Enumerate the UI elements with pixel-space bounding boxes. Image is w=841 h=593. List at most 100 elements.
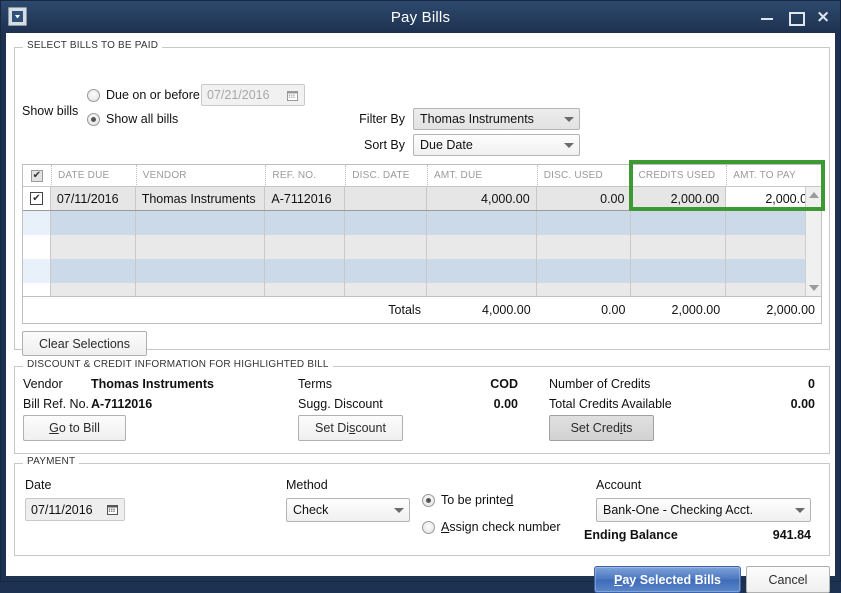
cell-empty <box>345 235 427 259</box>
payment-legend: PAYMENT <box>23 456 80 467</box>
bills-table-body[interactable]: ✔ 07/11/2016 Thomas Instruments A-7112016 4,… <box>23 187 821 307</box>
column-header-vendor[interactable]: VENDOR <box>135 165 266 187</box>
cell-empty <box>427 235 537 259</box>
window-menu-icon[interactable] <box>8 7 27 26</box>
bills-table-header: ✔ DATE DUE VENDOR REF. NO. DISC. DATE AMT. DU… <box>23 165 821 187</box>
cell-empty <box>345 259 427 283</box>
radio-dot-icon <box>87 88 100 102</box>
cell-ref-no[interactable]: A-7112016 <box>265 187 346 210</box>
cell-empty <box>23 259 51 283</box>
column-header-disc-date[interactable]: DISC. DATE <box>345 165 427 187</box>
cell-empty <box>265 211 346 235</box>
cell-empty <box>50 259 136 283</box>
calendar-icon[interactable] <box>286 89 299 102</box>
cell-empty <box>631 235 727 259</box>
set-discount-label: Set Discount <box>315 421 386 435</box>
cancel-button[interactable]: Cancel <box>746 566 830 593</box>
cell-vendor[interactable]: Thomas Instruments <box>135 187 266 210</box>
table-row-empty[interactable] <box>23 235 821 259</box>
method-value: Check <box>293 503 329 517</box>
cell-disc-date[interactable] <box>345 187 427 210</box>
cell-empty <box>23 235 51 259</box>
cell-empty <box>345 211 427 235</box>
column-header-date-due[interactable]: DATE DUE <box>50 165 136 187</box>
column-header-disc-used[interactable]: DISC. USED <box>536 165 632 187</box>
cell-amt-due[interactable]: 4,000.00 <box>426 187 537 210</box>
terms-label: Terms <box>298 377 333 391</box>
cell-empty <box>631 259 727 283</box>
clear-selections-button[interactable]: Clear Selections <box>22 331 147 356</box>
sugg-discount-value: 0.00 <box>493 397 518 411</box>
window-menu-glyph <box>12 11 23 22</box>
set-credits-button[interactable]: Set Credits <box>549 415 654 441</box>
pay-selected-bills-button[interactable]: Pay Selected Bills <box>594 566 741 593</box>
check-icon: ✔ <box>32 169 42 181</box>
column-header-credits-used[interactable]: CREDITS USED <box>631 165 726 187</box>
clear-selections-label: Clear Selections <box>38 336 130 351</box>
cell-empty <box>427 211 537 235</box>
check-icon: ✔ <box>32 192 41 204</box>
radio-show-all-bills[interactable]: Show all bills <box>87 112 178 126</box>
radio-dot-icon <box>422 493 435 507</box>
payment-section: PAYMENT Date 07/11/2016 Method Check To … <box>14 456 830 556</box>
radio-due-on-or-before[interactable]: Due on or before <box>87 88 200 102</box>
cell-credits-used[interactable]: 2,000.00 <box>631 187 727 210</box>
vendor-label: Vendor <box>23 377 63 391</box>
cell-empty <box>23 211 51 235</box>
sort-by-select[interactable]: Due Date <box>413 134 580 156</box>
set-discount-button[interactable]: Set Discount <box>298 415 403 441</box>
bills-table[interactable]: ✔ DATE DUE VENDOR REF. NO. DISC. DATE AMT. DU… <box>22 164 822 324</box>
radio-assign-check-number-label: Assign check number <box>441 520 561 534</box>
select-all-checkbox[interactable]: ✔ <box>23 165 51 187</box>
column-header-amt-due[interactable]: AMT. DUE <box>427 165 537 187</box>
title-bar: Pay Bills × <box>1 1 840 33</box>
row-checkbox[interactable]: ✔ <box>23 187 51 210</box>
due-date-value: 07/21/2016 <box>207 88 270 102</box>
cell-empty <box>536 235 632 259</box>
totals-disc-used: 0.00 <box>601 303 626 317</box>
due-date-input[interactable]: 07/21/2016 <box>201 84 305 106</box>
checkbox-icon: ✔ <box>30 169 43 182</box>
bills-table-scrollbar[interactable] <box>805 187 821 296</box>
cell-empty <box>427 259 537 283</box>
cell-disc-used[interactable]: 0.00 <box>536 187 632 210</box>
account-select[interactable]: Bank-One - Checking Acct. <box>596 498 811 522</box>
scroll-down-icon[interactable] <box>806 280 821 296</box>
radio-show-all-bills-label: Show all bills <box>106 112 179 126</box>
cell-empty <box>265 235 346 259</box>
window-title: Pay Bills <box>390 8 451 26</box>
minimize-icon[interactable] <box>760 10 774 24</box>
chevron-down-icon[interactable] <box>559 116 579 122</box>
chevron-down-icon[interactable] <box>389 507 409 513</box>
chevron-down-icon[interactable] <box>559 142 579 148</box>
pay-bills-window: Pay Bills × SELECT BILLS TO BE PAID Show… <box>0 0 841 593</box>
cell-empty <box>50 211 136 235</box>
number-of-credits-label: Number of Credits <box>549 377 651 391</box>
radio-assign-check-number[interactable]: Assign check number <box>422 520 561 534</box>
show-bills-label: Show bills <box>22 104 79 118</box>
radio-to-be-printed[interactable]: To be printed <box>422 493 513 507</box>
cell-date-due[interactable]: 07/11/2016 <box>50 187 136 210</box>
filter-by-select[interactable]: Thomas Instruments <box>413 108 580 130</box>
calendar-icon[interactable] <box>106 503 119 516</box>
bills-table-totals: Totals 4,000.00 0.00 2,000.00 2,000.00 <box>23 296 821 323</box>
totals-amt-due: 4,000.00 <box>482 303 531 317</box>
go-to-bill-button[interactable]: Go to Bill <box>23 415 126 441</box>
table-row-empty[interactable] <box>23 211 821 235</box>
maximize-icon[interactable] <box>788 10 805 26</box>
account-value: Bank-One - Checking Acct. <box>603 503 754 517</box>
column-header-ref-no[interactable]: REF. NO. <box>265 165 345 187</box>
checkbox-icon: ✔ <box>29 192 43 205</box>
sort-by-value: Due Date <box>420 138 473 152</box>
scroll-up-icon[interactable] <box>806 187 821 203</box>
table-row[interactable]: ✔ 07/11/2016 Thomas Instruments A-7112016 4,… <box>23 187 821 211</box>
table-row-empty[interactable] <box>23 259 821 283</box>
number-of-credits-value: 0 <box>808 377 815 391</box>
cell-empty <box>135 211 266 235</box>
close-icon[interactable]: × <box>816 9 830 26</box>
column-header-amt-to-pay[interactable]: AMT. TO PAY <box>726 165 821 187</box>
chevron-down-icon[interactable] <box>790 507 810 513</box>
payment-date-input[interactable]: 07/11/2016 <box>25 498 125 521</box>
method-select[interactable]: Check <box>286 498 410 522</box>
cell-empty <box>265 259 346 283</box>
